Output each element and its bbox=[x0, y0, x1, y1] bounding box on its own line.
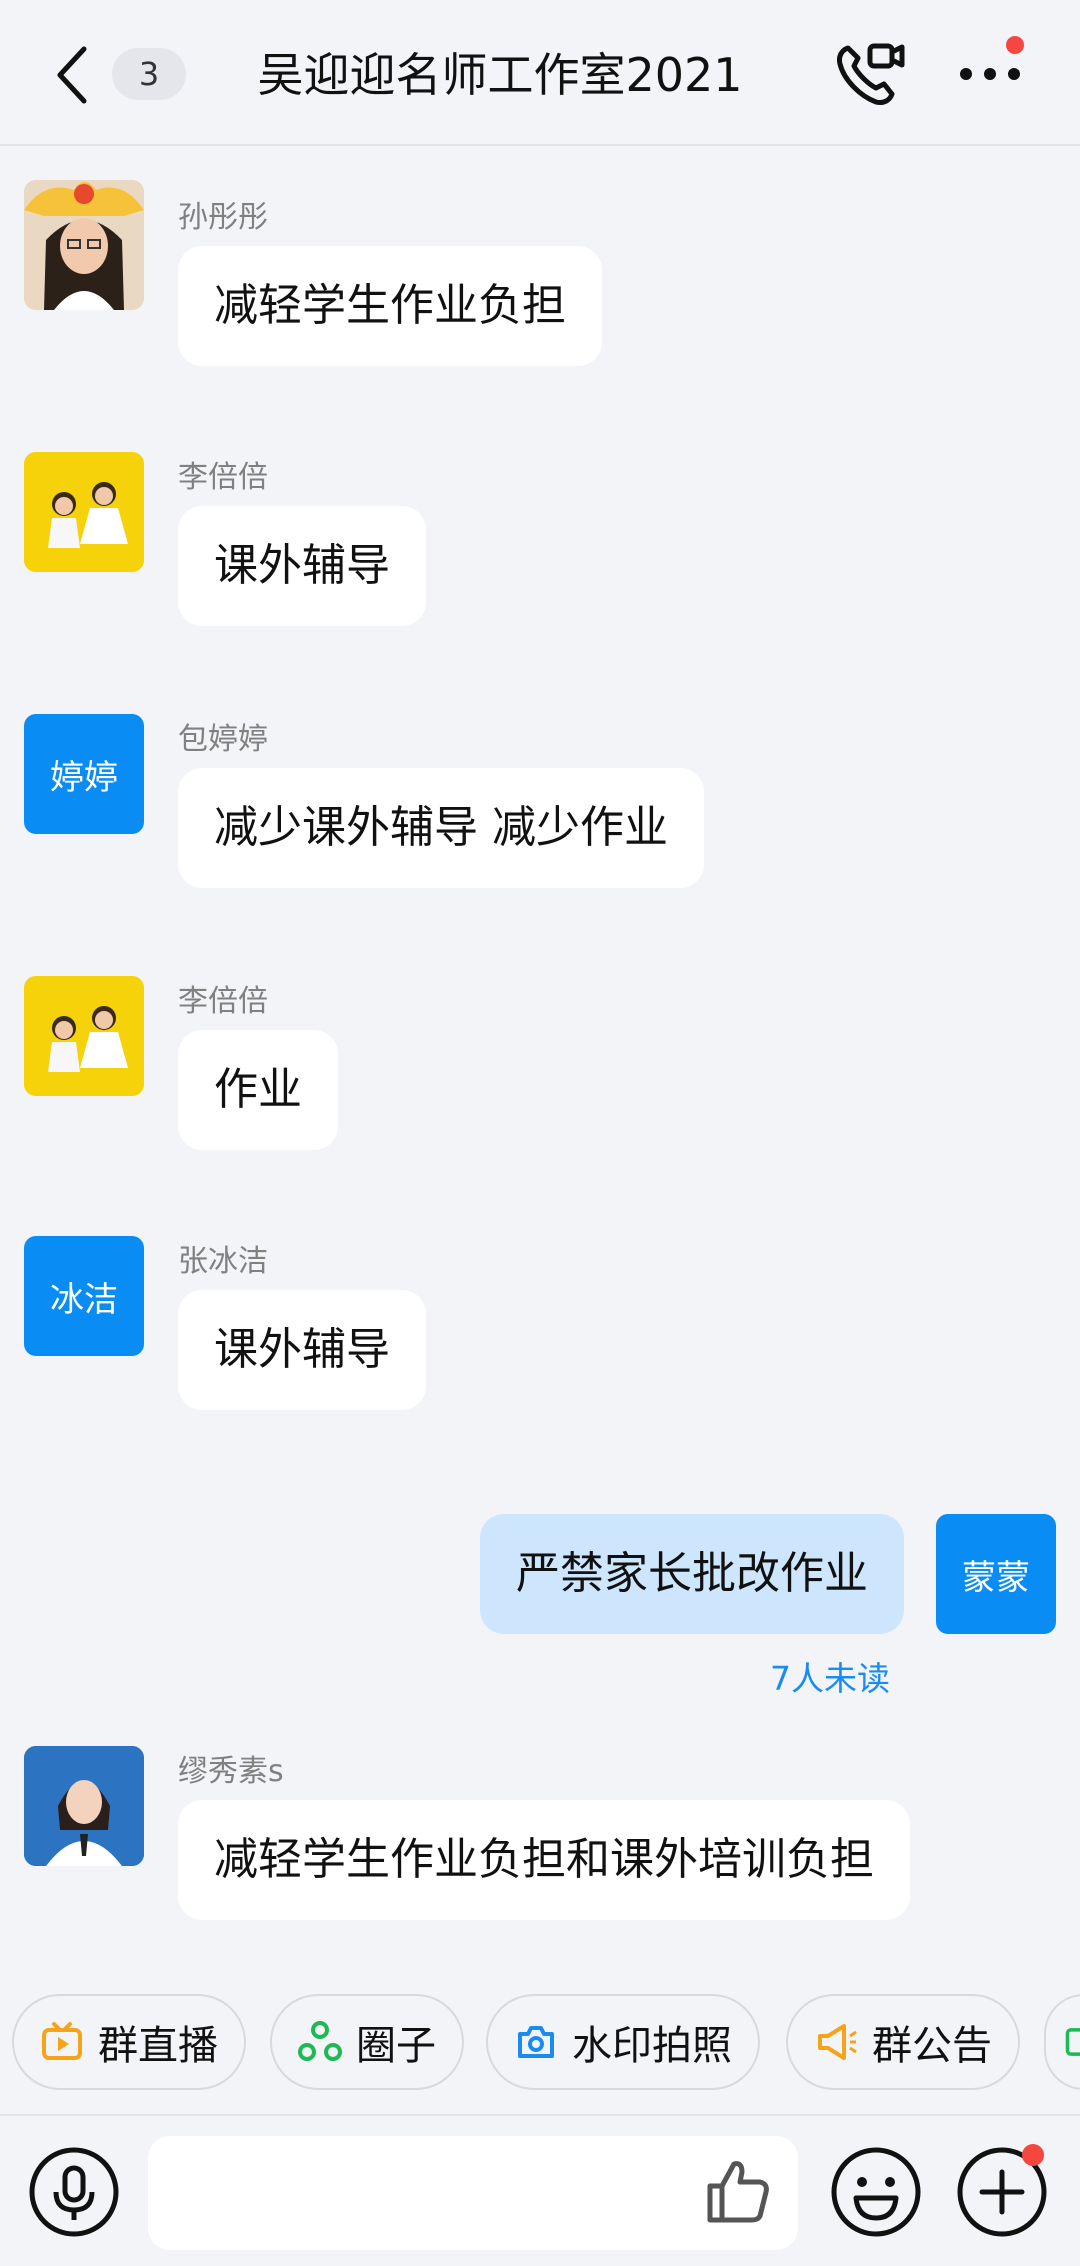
avatar[interactable] bbox=[24, 976, 144, 1096]
circle-group-icon bbox=[298, 2021, 342, 2061]
video-call-button[interactable] bbox=[832, 36, 908, 112]
notification-dot bbox=[1022, 2144, 1044, 2166]
avatar[interactable] bbox=[24, 1746, 144, 1866]
chip-label: 群直播 bbox=[98, 2023, 218, 2069]
quick-tools-bar: 群直播 圈子 水印拍照 群公告 bbox=[0, 1994, 1080, 2094]
avatar[interactable] bbox=[24, 452, 144, 572]
app-icon bbox=[1065, 2028, 1080, 2056]
back-button[interactable] bbox=[42, 30, 102, 120]
thumbs-up-icon[interactable] bbox=[700, 2154, 774, 2228]
message-bubble[interactable]: 减轻学生作业负担 bbox=[178, 246, 602, 366]
group-title: 吴迎迎名师工作室2021 bbox=[257, 48, 743, 102]
plus-button[interactable] bbox=[954, 2144, 1050, 2240]
voice-button[interactable] bbox=[26, 2144, 122, 2240]
sender-name: 缪秀素s bbox=[178, 1754, 284, 1789]
chip-label: 群公告 bbox=[872, 2023, 992, 2069]
emoji-button[interactable] bbox=[828, 2144, 924, 2240]
live-stream-chip[interactable]: 群直播 bbox=[12, 1994, 246, 2090]
unread-count-badge[interactable]: 3 bbox=[112, 48, 186, 100]
message-bubble[interactable]: 作业 bbox=[178, 1030, 338, 1150]
emoji-icon bbox=[831, 2147, 921, 2237]
sender-name: 张冰洁 bbox=[178, 1244, 268, 1279]
message-bubble[interactable]: 减轻学生作业负担和课外培训负担 bbox=[178, 1800, 910, 1920]
chip-label: 圈子 bbox=[356, 2023, 436, 2069]
notification-dot bbox=[1006, 36, 1024, 54]
message-input[interactable] bbox=[148, 2136, 798, 2250]
avatar[interactable]: 婷婷 bbox=[24, 714, 144, 834]
sender-name: 包婷婷 bbox=[178, 722, 268, 757]
sender-name: 孙彤彤 bbox=[178, 200, 268, 235]
voice-icon bbox=[29, 2147, 119, 2237]
message-bubble[interactable]: 课外辅导 bbox=[178, 1290, 426, 1410]
avatar[interactable] bbox=[24, 180, 144, 310]
my-avatar[interactable]: 蒙蒙 bbox=[936, 1514, 1056, 1634]
chat-header: 3 吴迎迎名师工作室2021 bbox=[0, 0, 1080, 146]
watermark-photo-chip[interactable]: 水印拍照 bbox=[486, 1994, 760, 2090]
circle-chip[interactable]: 圈子 bbox=[270, 1994, 464, 2090]
my-message-bubble[interactable]: 严禁家长批改作业 bbox=[480, 1514, 904, 1634]
camera-icon bbox=[518, 2026, 554, 2058]
announcement-chip[interactable]: 群公告 bbox=[786, 1994, 1020, 2090]
live-tv-icon bbox=[42, 2022, 82, 2060]
back-icon bbox=[57, 46, 87, 104]
message-bubble[interactable]: 课外辅导 bbox=[178, 506, 426, 626]
avatar[interactable]: 冰洁 bbox=[24, 1236, 144, 1356]
input-bar bbox=[0, 2114, 1080, 2266]
sender-name: 李倍倍 bbox=[178, 460, 268, 495]
sender-name: 李倍倍 bbox=[178, 984, 268, 1019]
message-bubble[interactable]: 减少课外辅导 减少作业 bbox=[178, 768, 704, 888]
video-call-icon bbox=[837, 43, 905, 105]
chip-label: 水印拍照 bbox=[572, 2023, 732, 2069]
more-button[interactable] bbox=[952, 36, 1028, 112]
more-tools-chip[interactable] bbox=[1044, 1994, 1080, 2090]
megaphone-icon bbox=[818, 2024, 857, 2060]
read-status[interactable]: 7人未读 bbox=[770, 1652, 890, 1700]
